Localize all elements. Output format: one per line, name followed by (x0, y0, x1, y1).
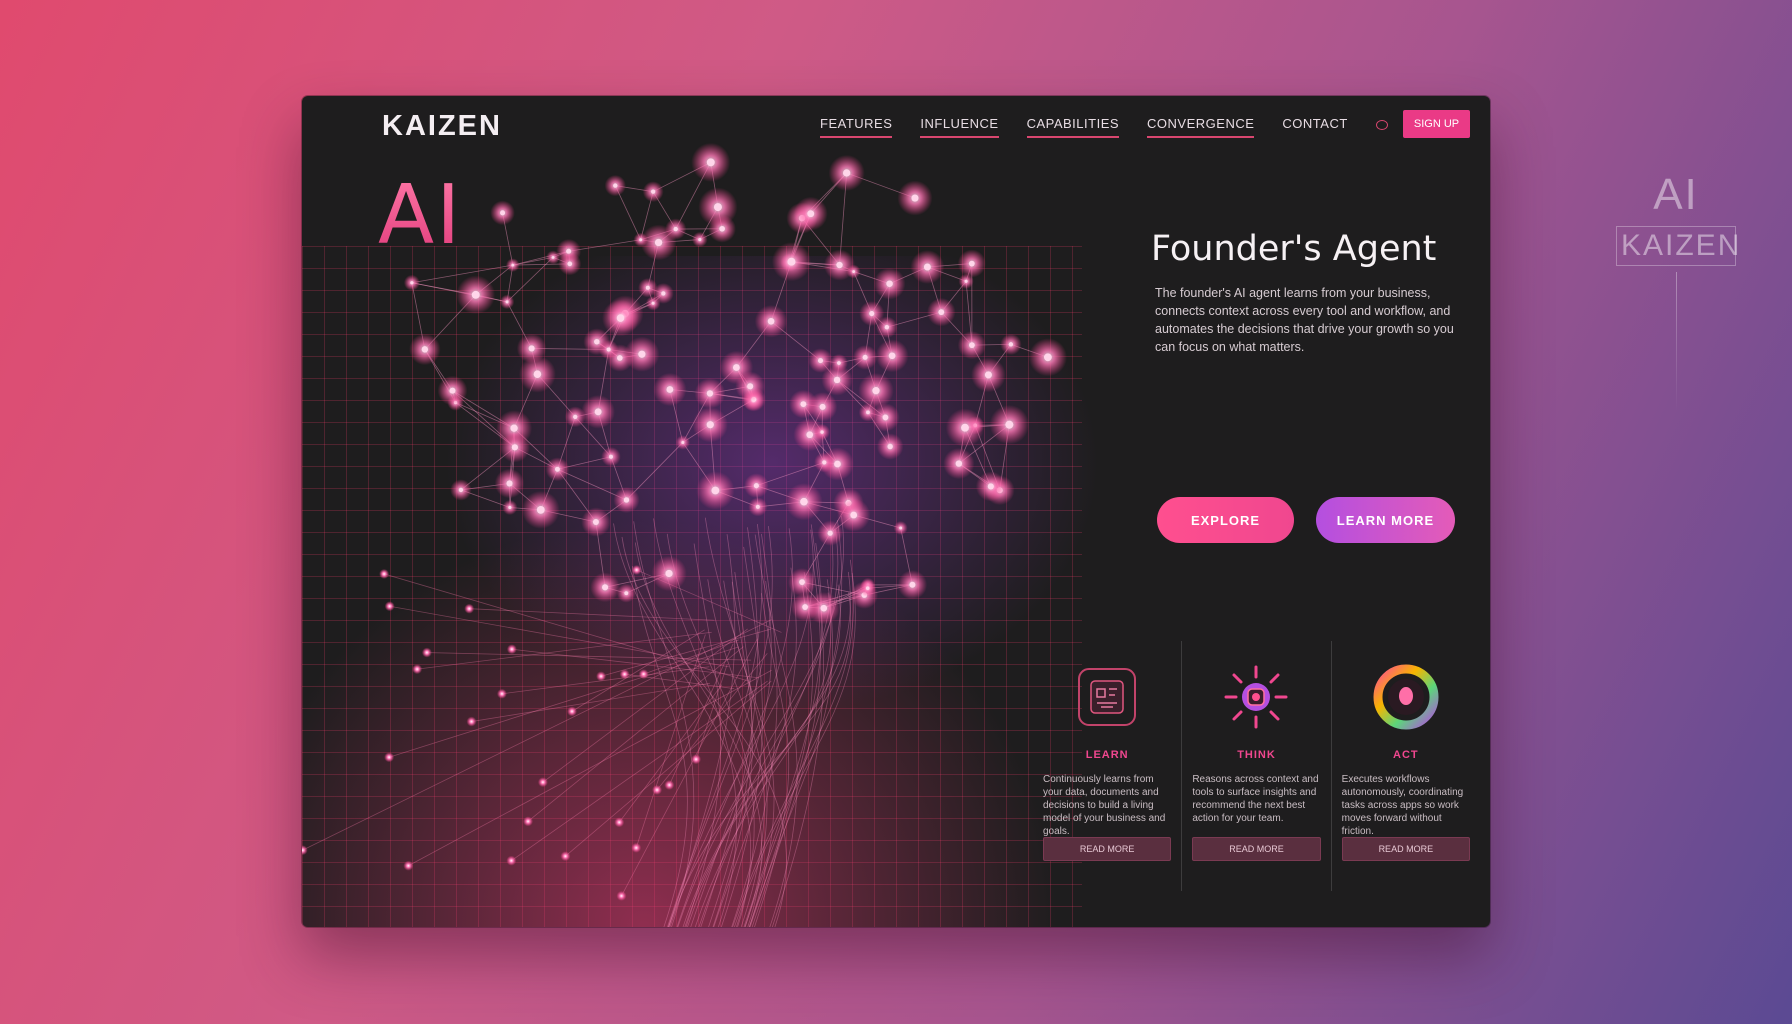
feature-read-more-button[interactable]: READ MORE (1192, 837, 1321, 861)
search-icon[interactable] (1375, 120, 1388, 130)
feature-cards: LEARN Continuously learns from your data… (1033, 641, 1480, 891)
top-navigation: KAIZEN FEATURES INFLUENCE CAPABILITIES C… (302, 96, 1490, 186)
circuit-chip-icon (1071, 661, 1143, 733)
nav-item-features[interactable]: FEATURES (820, 116, 893, 138)
nav-item-influence[interactable]: INFLUENCE (920, 116, 999, 138)
browser-window: KAIZEN FEATURES INFLUENCE CAPABILITIES C… (302, 96, 1490, 927)
logo[interactable]: KAIZEN (382, 110, 502, 143)
feature-text: Continuously learns from your data, docu… (1043, 774, 1166, 837)
feature-title: LEARN (1085, 749, 1129, 761)
nav-item-contact[interactable]: CONTACT (1282, 116, 1347, 138)
hero-ai-title: AI (378, 168, 463, 263)
side-brand-ai: AI (1653, 170, 1699, 219)
nav-item-capabilities[interactable]: CAPABILITIES (1026, 116, 1120, 138)
learn-more-button[interactable]: LEARN MORE (1316, 497, 1455, 543)
feature-card: LEARN Continuously learns from your data… (1033, 641, 1181, 891)
explore-button[interactable]: EXPLORE (1157, 497, 1294, 543)
feature-text: Reasons across context and tools to surf… (1192, 774, 1319, 824)
hero-description: The founder's AI agent learns from your … (1155, 286, 1454, 354)
side-brand-divider (1675, 272, 1677, 412)
feature-read-more-button[interactable]: READ MORE (1043, 837, 1172, 861)
feature-title: THINK (1237, 749, 1276, 761)
nav-menu: FEATURES INFLUENCE CAPABILITIES CONVERGE… (820, 116, 1388, 138)
hero-headline: Founder's Agent (1151, 229, 1437, 269)
neural-burst-icon (1220, 661, 1292, 733)
feature-read-more-button[interactable]: READ MORE (1341, 837, 1470, 861)
side-brand-kaizen: KAIZEN (1616, 226, 1739, 266)
nav-item-convergence[interactable]: CONVERGENCE (1147, 116, 1255, 138)
feature-title: ACT (1393, 749, 1419, 761)
sign-up-button[interactable]: SIGN UP (1403, 110, 1470, 138)
feature-card: ACT Executes workflows autonomously, coo… (1330, 641, 1480, 891)
feature-card: THINK Reasons across context and tools t… (1181, 641, 1330, 891)
gradient-ring-icon (1370, 661, 1442, 733)
feature-text: Executes workflows autonomously, coordin… (1341, 774, 1464, 837)
side-brand: AI KAIZEN (1616, 170, 1739, 412)
